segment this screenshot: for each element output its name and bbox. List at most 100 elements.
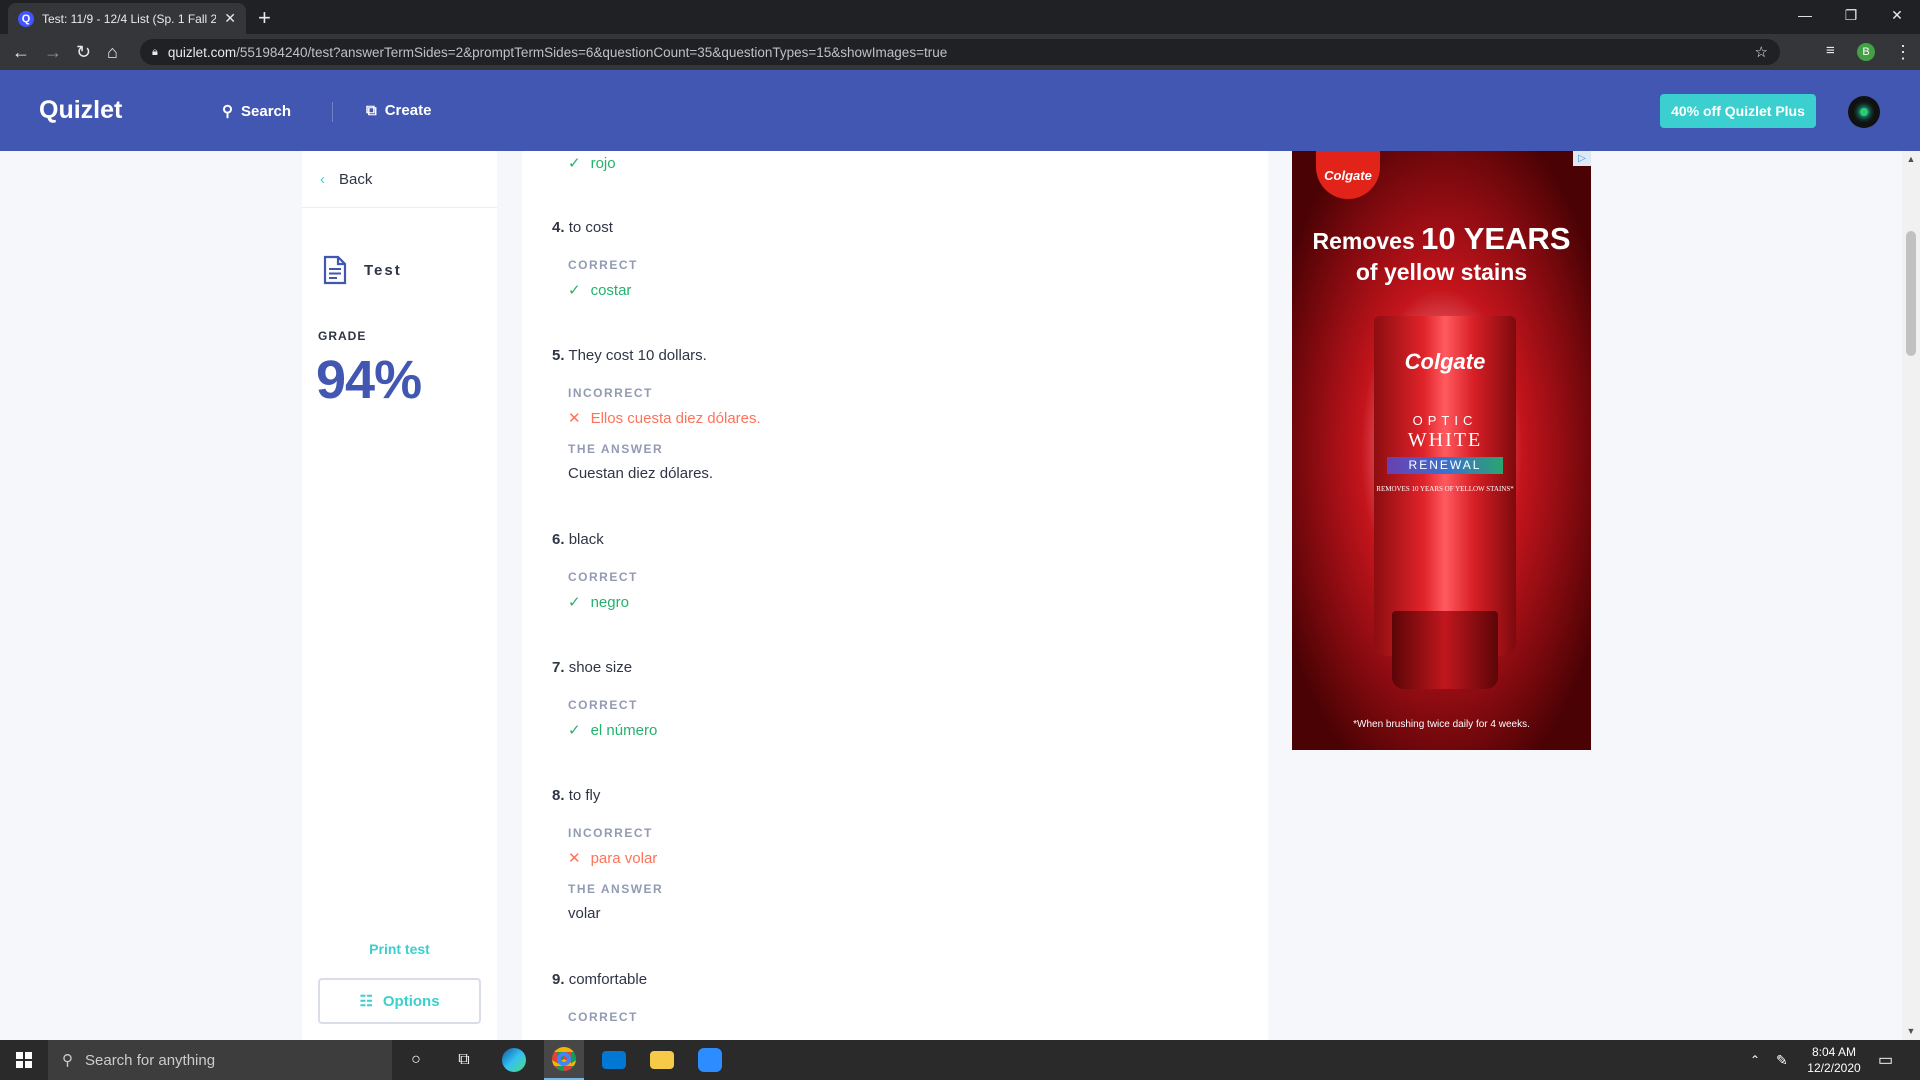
taskbar-clock[interactable]: 8:04 AM 12/2/2020 <box>1804 1044 1864 1076</box>
cortana-icon[interactable]: ○ <box>396 1046 436 1074</box>
search-nav-button[interactable]: ⚲ Search <box>222 102 292 121</box>
bookmark-star-icon[interactable]: ☆ <box>1755 43 1768 61</box>
q8-status: INCORRECT <box>568 826 653 840</box>
advertisement[interactable]: ▷ Colgate Removes 10 YEARS of yellow sta… <box>1292 151 1591 750</box>
q7-answer: ✓ el número <box>568 721 657 740</box>
create-icon: ⧉ <box>366 102 377 119</box>
reload-icon[interactable]: ↻ <box>76 42 91 63</box>
print-test-link[interactable]: Print test <box>302 941 497 957</box>
question-9: 9. comfortable CORRECT <box>552 971 648 1024</box>
chevron-left-icon: ‹ <box>320 171 325 188</box>
q9-status: CORRECT <box>568 1010 638 1024</box>
options-button[interactable]: ☷ Options <box>318 978 481 1024</box>
sidebar-divider <box>302 207 497 208</box>
close-window-icon[interactable]: ✕ <box>1874 0 1920 30</box>
scroll-up-arrow-icon[interactable]: ▲ <box>1902 151 1920 168</box>
question-5: 5. They cost 10 dollars. INCORRECT ✕ Ell… <box>552 347 761 482</box>
q6-status: CORRECT <box>568 570 638 584</box>
q4-prompt: 4. to cost <box>552 219 613 236</box>
grade-value: 94% <box>316 350 422 410</box>
options-label: Options <box>382 992 440 1010</box>
create-label: Create <box>384 102 432 119</box>
checkmark-icon: ✓ <box>568 155 581 172</box>
start-button[interactable] <box>0 1040 48 1080</box>
q5-answer-text: Ellos cuesta diez dólares. <box>590 409 761 427</box>
create-nav-button[interactable]: ⧉ Create <box>366 102 431 119</box>
mode-label: Test <box>364 261 402 279</box>
browser-tab[interactable]: Q Test: 11/9 - 12/4 List (Sp. 1 Fall 2 ✕ <box>8 3 246 34</box>
user-avatar[interactable] <box>1848 96 1880 128</box>
pen-ink-icon[interactable]: ✎ <box>1776 1040 1788 1080</box>
notifications-icon[interactable]: ▭ <box>1878 1040 1893 1080</box>
browser-menu-icon[interactable]: ⋮ <box>1894 42 1912 63</box>
q4-number: 4. <box>552 219 565 236</box>
q8-prompt: 8. to fly <box>552 787 600 804</box>
q9-prompt-text: comfortable <box>568 971 648 988</box>
new-tab-icon[interactable]: + <box>258 5 271 31</box>
browser-profile-avatar[interactable]: B <box>1857 43 1875 61</box>
question-4: 4. to cost CORRECT ✓ costar <box>552 219 636 299</box>
q8-number: 8. <box>552 787 565 804</box>
toothpaste-cap-image <box>1392 611 1498 689</box>
windows-taskbar: ⚲ Search for anything ○ ⧉ ⌃ ✎ 8:04 AM 12… <box>0 1040 1920 1080</box>
close-tab-icon[interactable]: ✕ <box>224 10 236 27</box>
q3-answer: ✓ rojo <box>568 154 616 173</box>
edge-icon[interactable] <box>494 1046 534 1074</box>
windows-logo-icon <box>16 1052 32 1068</box>
tube-brand: Colgate <box>1404 349 1486 374</box>
x-mark-icon: ✕ <box>568 850 581 867</box>
tube-optic: OPTIC <box>1412 413 1478 428</box>
q4-prompt-text: to cost <box>568 219 613 236</box>
q8-answer-text: para volar <box>590 849 658 867</box>
avatar-dot-icon <box>1860 108 1868 116</box>
home-icon[interactable]: ⌂ <box>107 42 118 63</box>
q7-prompt: 7. shoe size <box>552 659 632 676</box>
checkmark-icon: ✓ <box>568 722 581 739</box>
file-explorer-icon[interactable] <box>642 1046 682 1074</box>
q5-prompt: 5. They cost 10 dollars. <box>552 347 707 364</box>
question-7: 7. shoe size CORRECT ✓ el número <box>552 659 657 739</box>
back-arrow-icon[interactable]: ← <box>12 42 30 63</box>
back-link[interactable]: ‹ Back <box>320 171 372 188</box>
forward-arrow-icon[interactable]: → <box>44 42 62 63</box>
scrollbar-thumb[interactable] <box>1906 231 1916 356</box>
q3-answer-text: rojo <box>590 154 616 172</box>
grade-label: GRADE <box>318 329 367 343</box>
x-mark-icon: ✕ <box>568 410 581 427</box>
test-results-panel: ✓ rojo 4. to cost CORRECT ✓ costar 5. Th… <box>522 151 1268 1040</box>
checkmark-icon: ✓ <box>568 282 581 299</box>
restore-icon[interactable]: ❐ <box>1828 0 1874 30</box>
url-domain: quizlet.com <box>167 44 237 60</box>
page-scrollbar[interactable]: ▲ ▼ <box>1902 151 1920 1040</box>
scroll-down-arrow-icon[interactable]: ▼ <box>1902 1023 1920 1040</box>
taskbar-search-placeholder: Search for anything <box>85 1051 216 1069</box>
q6-answer-text: negro <box>590 593 629 611</box>
search-label: Search <box>241 102 292 120</box>
taskbar-search-box[interactable]: ⚲ Search for anything <box>48 1040 392 1080</box>
zoom-icon[interactable] <box>690 1046 730 1074</box>
chrome-icon[interactable] <box>544 1040 584 1080</box>
tray-chevron-up-icon[interactable]: ⌃ <box>1750 1040 1760 1080</box>
upgrade-promo-button[interactable]: 40% off Quizlet Plus <box>1660 94 1816 128</box>
minimize-icon[interactable]: — <box>1782 0 1828 30</box>
checkmark-icon: ✓ <box>568 594 581 611</box>
quizlet-logo[interactable]: Quizlet <box>39 96 122 125</box>
question-8: 8. to fly INCORRECT ✕ para volar THE ANS… <box>552 787 662 922</box>
lock-icon: 🔒︎ <box>152 45 158 58</box>
q6-prompt-text: black <box>568 531 604 548</box>
q7-number: 7. <box>552 659 565 676</box>
tube-renewal: RENEWAL <box>1387 457 1503 474</box>
media-playlist-icon[interactable]: ≡ <box>1826 42 1835 59</box>
mail-icon[interactable] <box>594 1046 634 1074</box>
tab-title: Test: 11/9 - 12/4 List (Sp. 1 Fall 2 <box>42 11 217 26</box>
ad-choices-icon[interactable]: ▷ <box>1573 151 1591 166</box>
q6-prompt: 6. black <box>552 531 604 548</box>
ad-headline-pre: Removes <box>1312 228 1415 254</box>
q5-status: INCORRECT <box>568 386 653 400</box>
url-input[interactable]: 🔒︎ quizlet.com /551984240/test?answerTer… <box>140 39 1780 65</box>
task-view-icon[interactable]: ⧉ <box>444 1046 484 1074</box>
q5-prompt-text: They cost 10 dollars. <box>568 347 707 364</box>
study-mode-indicator: Test <box>322 255 402 285</box>
q8-correct-answer: volar <box>568 905 601 922</box>
header-divider <box>332 102 333 122</box>
